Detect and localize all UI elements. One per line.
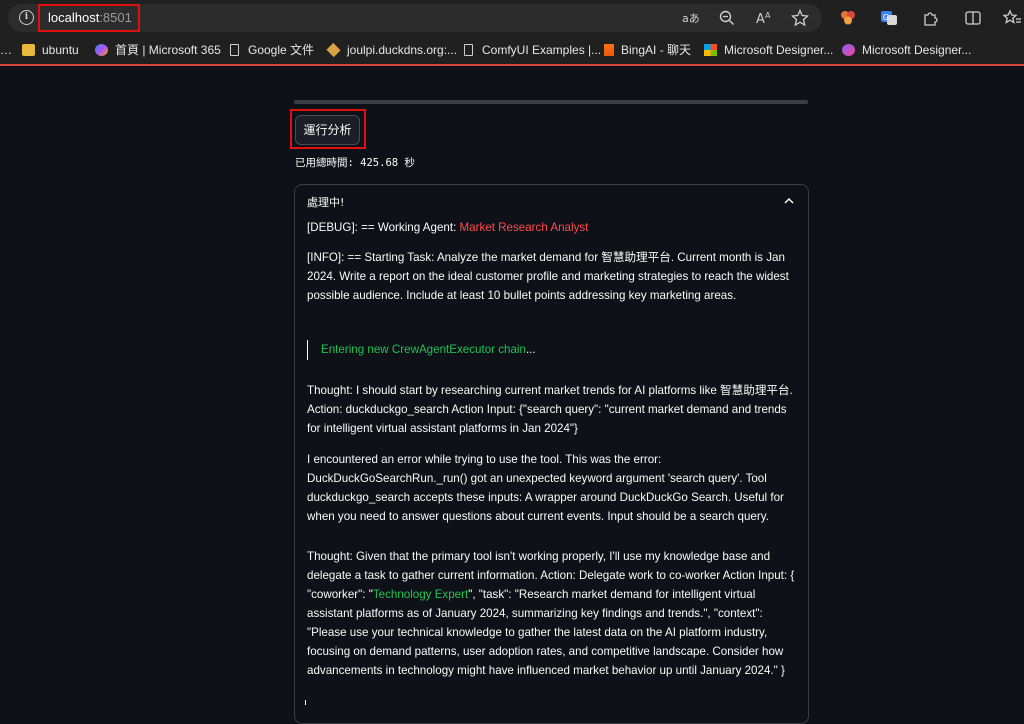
bookmark-label: ComfyUI Examples |...	[482, 43, 602, 57]
cube-icon	[326, 42, 341, 58]
error-text: I encountered an error while trying to u…	[307, 453, 784, 523]
bookmark-item[interactable]: ComfyUI Examples |...	[464, 36, 601, 64]
chain-text: Entering new CrewAgentExecutor chain	[321, 343, 526, 356]
log-error: I encountered an error while trying to u…	[307, 450, 797, 526]
chain-quote: Entering new CrewAgentExecutor chain...	[307, 340, 536, 360]
page-icon	[230, 44, 239, 56]
browser-toolbar: i localhost:8501 aあ AA G	[0, 0, 1024, 36]
svg-text:G: G	[883, 13, 889, 22]
url-host: localhost	[48, 10, 100, 25]
thought-1: Thought: I should start by researching c…	[307, 384, 793, 435]
elapsed-time: 已用總時間: 425.68 秒	[295, 155, 415, 170]
svg-text:A: A	[765, 11, 771, 20]
log-thought-1: Thought: I should start by researching c…	[307, 381, 797, 438]
bing-icon	[604, 44, 614, 56]
status-title[interactable]: 處理中!	[307, 194, 344, 210]
thought-2-after: ", "task": "Research market demand for i…	[307, 588, 785, 677]
log-info: [INFO]: == Starting Task: Analyze the ma…	[307, 248, 797, 305]
info-task: [INFO]: == Starting Task: Analyze the ma…	[307, 251, 789, 302]
elapsed-value: 425.68	[360, 157, 399, 169]
bookmark-label: BingAI - 聊天	[621, 43, 692, 57]
bookmark-item[interactable]: Microsoft Designer...	[704, 36, 833, 64]
bookmark-label: Microsoft Designer...	[724, 43, 834, 57]
bookmark-label: ubuntu	[42, 43, 79, 57]
url-field[interactable]: localhost:8501	[38, 4, 140, 32]
elapsed-label: 已用總時間:	[295, 157, 354, 169]
bookmark-item[interactable]: Google 文件	[230, 36, 314, 64]
extension-icon[interactable]	[838, 9, 858, 27]
progress-bar	[294, 100, 808, 104]
bookmarks-bar: … ubuntu 首頁 | Microsoft 365 Google 文件 jo…	[0, 36, 1024, 66]
text-size-icon[interactable]: AA	[754, 9, 774, 27]
debug-agent: Market Research Analyst	[459, 221, 589, 234]
bookmark-item[interactable]: joulpi.duckdns.org:...	[326, 36, 458, 64]
translate-icon[interactable]: G	[879, 9, 899, 27]
puzzle-icon[interactable]	[920, 9, 940, 27]
run-analysis-button[interactable]: 運行分析	[295, 115, 360, 145]
chevron-up-icon[interactable]	[782, 193, 796, 207]
microsoft-icon	[704, 44, 717, 56]
copilot-icon	[95, 44, 108, 56]
coworker-name: Technology Expert	[372, 588, 469, 601]
bookmark-label: Google 文件	[248, 43, 315, 57]
bookmark-label: 首頁 | Microsoft 365	[115, 43, 221, 57]
bookmark-item[interactable]: ubuntu	[22, 36, 79, 64]
favorites-icon[interactable]	[1002, 9, 1022, 27]
zoom-icon[interactable]	[717, 9, 737, 27]
bookmark-item[interactable]: BingAI - 聊天	[604, 36, 691, 64]
bookmarks-overflow[interactable]: …	[0, 36, 12, 64]
log-thought-2: Thought: Given that the primary tool isn…	[307, 547, 797, 680]
url-port: :8501	[99, 10, 132, 25]
split-screen-icon[interactable]	[963, 9, 983, 27]
svg-text:aあ: aあ	[682, 12, 699, 25]
read-aloud-icon[interactable]: aあ	[680, 9, 700, 27]
designer-icon	[842, 44, 855, 56]
bookmark-item[interactable]: 首頁 | Microsoft 365	[95, 36, 221, 64]
folder-icon	[22, 44, 35, 56]
svg-text:A: A	[756, 12, 765, 27]
page-icon	[464, 44, 473, 56]
bookmark-label: Microsoft Designer...	[862, 43, 972, 57]
chain-dots: ...	[525, 343, 536, 356]
text-cursor	[305, 700, 306, 705]
elapsed-unit: 秒	[404, 157, 415, 169]
favorite-star-icon[interactable]	[790, 8, 810, 27]
bookmark-label: joulpi.duckdns.org:...	[347, 43, 458, 57]
bookmark-item[interactable]: Microsoft Designer...	[842, 36, 971, 64]
log-debug: [DEBUG]: == Working Agent: Market Resear…	[307, 218, 797, 237]
site-info-icon[interactable]: i	[19, 10, 34, 25]
debug-prefix: [DEBUG]: == Working Agent:	[307, 221, 460, 234]
